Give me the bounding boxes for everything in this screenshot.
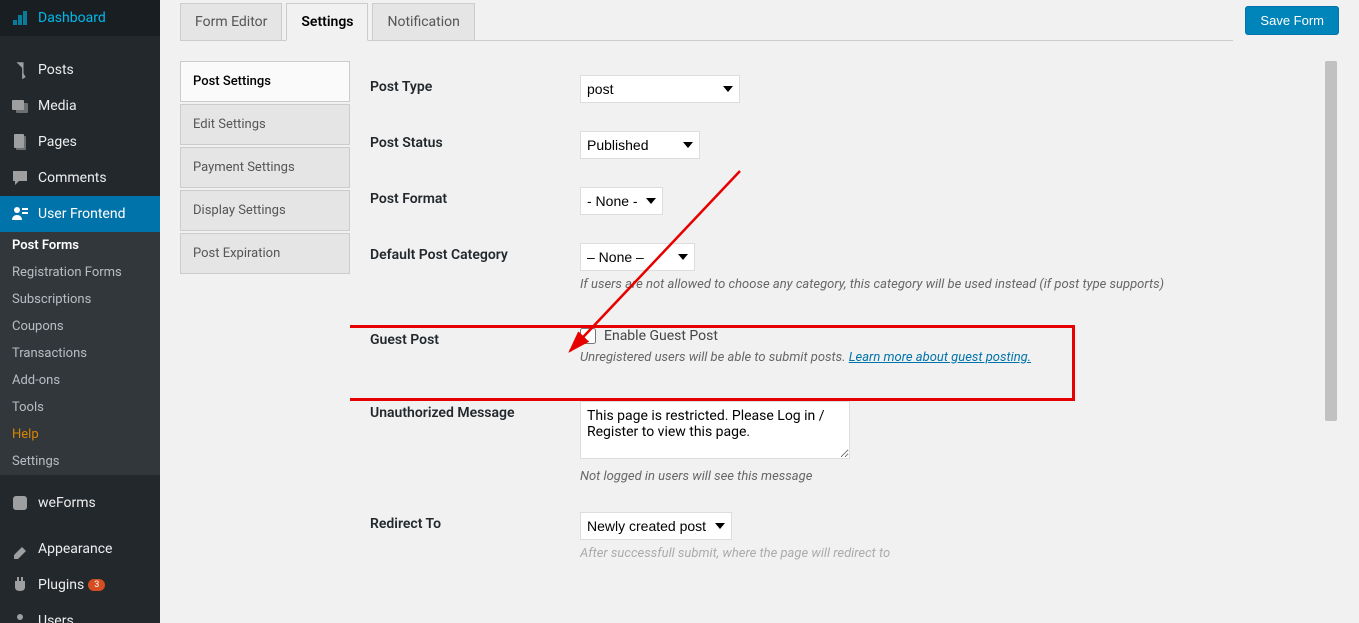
menu-label: User Frontend — [38, 206, 125, 222]
menu-label: Media — [38, 98, 77, 114]
userfront-icon — [10, 204, 30, 224]
label-unauth-message: Unauthorized Message — [370, 401, 580, 421]
plugins-badge: 3 — [88, 579, 105, 591]
tab-form-editor[interactable]: Form Editor — [180, 3, 282, 40]
menu-posts[interactable]: Posts — [0, 52, 160, 88]
tab-settings[interactable]: Settings — [286, 3, 368, 41]
menu-label: Users — [38, 613, 74, 623]
submenu-tools[interactable]: Tools — [0, 394, 160, 421]
nav-post-expiration[interactable]: Post Expiration — [180, 233, 350, 274]
select-post-type[interactable]: post — [580, 75, 740, 103]
label-post-format: Post Format — [370, 187, 580, 207]
submenu-subscriptions[interactable]: Subscriptions — [0, 286, 160, 313]
menu-media[interactable]: Media — [0, 88, 160, 124]
appearance-icon — [10, 539, 30, 559]
comments-icon — [10, 168, 30, 188]
main-content: Form Editor Settings Notification Save F… — [160, 0, 1359, 623]
users-icon — [10, 611, 30, 623]
submenu-user-frontend: Post Forms Registration Forms Subscripti… — [0, 232, 160, 475]
label-post-status: Post Status — [370, 131, 580, 151]
menu-user-frontend[interactable]: User Frontend — [0, 196, 160, 232]
plugins-icon — [10, 575, 30, 595]
submenu-post-forms[interactable]: Post Forms — [0, 232, 160, 259]
nav-display-settings[interactable]: Display Settings — [180, 190, 350, 231]
select-post-status[interactable]: Published — [580, 131, 700, 159]
media-icon — [10, 96, 30, 116]
hint-redirect-to: After successfull submit, where the page… — [580, 546, 1339, 561]
nav-payment-settings[interactable]: Payment Settings — [180, 147, 350, 188]
submenu-add-ons[interactable]: Add-ons — [0, 367, 160, 394]
settings-nav: Post Settings Edit Settings Payment Sett… — [180, 61, 350, 576]
menu-label: weForms — [38, 495, 96, 511]
textarea-unauth-message[interactable] — [580, 401, 850, 459]
label-redirect-to: Redirect To — [370, 512, 580, 532]
hint-default-category: If users are not allowed to choose any c… — [580, 277, 1339, 292]
menu-label: Comments — [38, 170, 107, 186]
scrollbar-thumb[interactable] — [1325, 61, 1337, 421]
submenu-settings[interactable]: Settings — [0, 448, 160, 475]
nav-post-settings[interactable]: Post Settings — [180, 61, 350, 102]
menu-plugins[interactable]: Plugins 3 — [0, 567, 160, 603]
dashboard-icon — [10, 8, 30, 28]
pages-icon — [10, 132, 30, 152]
settings-content: Post Type post Post Status Published Pos… — [350, 61, 1339, 576]
label-guest-post: Guest Post — [370, 328, 580, 348]
menu-label: Posts — [38, 62, 74, 78]
hint-guest-post: Unregistered users will be able to submi… — [580, 350, 1339, 365]
menu-label: Plugins — [38, 577, 84, 593]
select-redirect-to[interactable]: Newly created post — [580, 512, 732, 540]
save-form-button[interactable]: Save Form — [1245, 6, 1339, 35]
select-post-format[interactable]: - None - — [580, 187, 663, 215]
select-default-category[interactable]: – None – — [580, 243, 695, 271]
menu-dashboard[interactable]: Dashboard — [0, 0, 160, 36]
weforms-icon — [10, 493, 30, 513]
link-learn-more-guest[interactable]: Learn more about guest posting. — [849, 350, 1031, 365]
menu-appearance[interactable]: Appearance — [0, 531, 160, 567]
top-tabs: Form Editor Settings Notification — [180, 3, 1233, 41]
menu-label: Appearance — [38, 541, 112, 557]
menu-comments[interactable]: Comments — [0, 160, 160, 196]
submenu-coupons[interactable]: Coupons — [0, 313, 160, 340]
submenu-transactions[interactable]: Transactions — [0, 340, 160, 367]
tab-notification[interactable]: Notification — [372, 3, 474, 40]
pin-icon — [10, 60, 30, 80]
menu-weforms[interactable]: weForms — [0, 485, 160, 521]
label-post-type: Post Type — [370, 75, 580, 95]
label-default-category: Default Post Category — [370, 243, 580, 263]
menu-users[interactable]: Users — [0, 603, 160, 623]
menu-label: Dashboard — [38, 10, 106, 26]
hint-unauth-message: Not logged in users will see this messag… — [580, 469, 1339, 484]
menu-pages[interactable]: Pages — [0, 124, 160, 160]
admin-sidebar: Dashboard Posts Media Pages Comments Use… — [0, 0, 160, 623]
submenu-registration-forms[interactable]: Registration Forms — [0, 259, 160, 286]
nav-edit-settings[interactable]: Edit Settings — [180, 104, 350, 145]
submenu-help[interactable]: Help — [0, 421, 160, 448]
checkbox-enable-guest-post[interactable] — [580, 328, 596, 344]
scrollbar-track[interactable] — [1323, 61, 1339, 576]
menu-label: Pages — [38, 134, 77, 150]
checkbox-label-guest-post[interactable]: Enable Guest Post — [604, 328, 718, 344]
